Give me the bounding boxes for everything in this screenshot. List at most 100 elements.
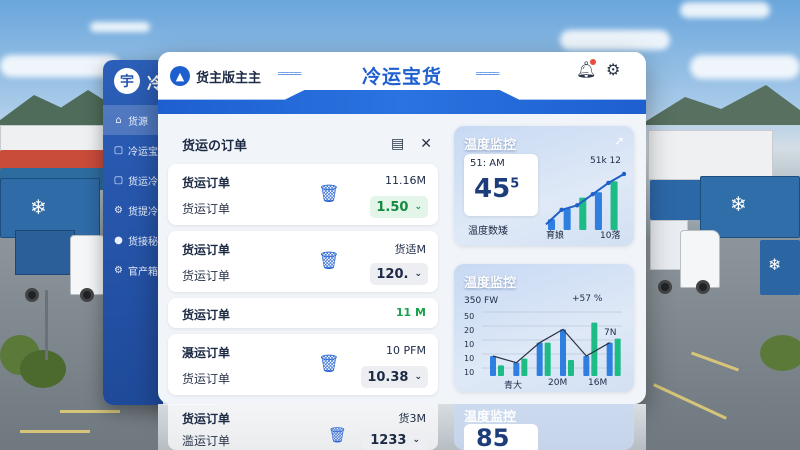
sidebar-item-label: 货运冷 xyxy=(128,176,158,188)
x-tick-label: 青大 xyxy=(504,381,523,391)
temp-decimal: 5 xyxy=(510,176,520,192)
trend-point xyxy=(606,180,611,186)
order-value-select[interactable]: 1.50 ⌄ xyxy=(370,196,428,218)
reflection-title: 货运订单 xyxy=(182,412,231,426)
sidebar-item-1[interactable]: ▢ 冷运宝 xyxy=(103,135,163,165)
header-stripe xyxy=(158,90,646,114)
chevron-down-icon: ⌄ xyxy=(414,202,422,212)
order-subtitle: 货运订单 xyxy=(182,269,231,283)
trash-icon[interactable]: 🗑︎ xyxy=(318,184,340,204)
panel-title: 温度监控 xyxy=(464,138,517,153)
sidebar-item-4[interactable]: ● 货接秘 xyxy=(103,225,163,255)
chart-bar xyxy=(591,322,598,376)
trend-point xyxy=(559,207,564,213)
x-tick-label: 育娘 xyxy=(546,231,565,241)
reflection-panel: 温度监控 85 xyxy=(454,404,634,450)
chart-bar xyxy=(563,208,571,230)
temp-number: 45 xyxy=(474,174,511,204)
header-deco-right: ══ ═══ xyxy=(476,69,499,80)
order-value-select[interactable]: 120. ⌄ xyxy=(370,263,428,285)
order-card[interactable]: 滠运订单 货运订单 🗑︎ 10 PFM 10.38 ⌄ xyxy=(168,334,438,395)
y-tick-label: 10 xyxy=(464,354,475,363)
y-tick-label: 10 xyxy=(464,340,475,349)
reflection-panel-value: 85 xyxy=(476,424,510,450)
chart-left-label: 350 FW xyxy=(464,296,499,306)
chart-bar xyxy=(560,329,566,376)
temp-time: 51: AM xyxy=(470,158,505,169)
y-tick-label: 50 xyxy=(464,312,475,321)
gear-icon[interactable]: ⚙ xyxy=(606,60,620,79)
app-header: ▲ 货主版主主 ═══ ══ 冷运宝货 ══ ═══ 🔔︎ ⚙ xyxy=(158,52,646,114)
order-value: 10.38 xyxy=(367,369,409,385)
reflection-value-text: 1233 xyxy=(370,432,407,448)
reflection-line: 滥运订单 xyxy=(182,434,231,448)
temp-label: 温度数矮 xyxy=(468,226,508,237)
app-logo: 宇 xyxy=(114,68,140,94)
trash-icon[interactable]: 🗑︎ xyxy=(318,354,340,374)
order-card[interactable]: 货运订单 货运订单 🗑︎ 货适M 120. ⌄ xyxy=(168,231,438,292)
sidebar-item-label: 货提冷 xyxy=(128,206,158,218)
chevron-down-icon: ⌄ xyxy=(414,372,422,382)
temperature-chart-2 xyxy=(482,311,622,376)
trend-point xyxy=(575,203,580,208)
order-meta: 11 M xyxy=(395,306,426,319)
edit-icon[interactable]: ▤ xyxy=(391,136,404,152)
orders-header: 货运の订单 ▤ ✕ xyxy=(168,124,438,164)
trend-point xyxy=(590,191,595,197)
chart-bar xyxy=(610,181,618,230)
order-card[interactable]: 货运订单 货运订单 🗑︎ 11.16M 1.50 ⌄ xyxy=(168,164,438,225)
order-value: 120. xyxy=(376,266,409,282)
main-app-window: ▲ 货主版主主 ═══ ══ 冷运宝货 ══ ═══ 🔔︎ ⚙ 货运の订单 ▤ … xyxy=(158,52,646,404)
temperature-panel-1[interactable]: 温度监控 ↗ 51: AM 455 温度数矮 51k 12 育娘 10落 xyxy=(454,126,634,246)
sidebar-item-2[interactable]: ▢ 货运冷 xyxy=(103,165,163,195)
x-tick-label: 16M xyxy=(588,378,608,388)
temperature-panel-2[interactable]: 温度监控 350 FW +57 % 7N 50 20 10 10 10 青大 2… xyxy=(454,264,634,392)
chart-bar xyxy=(498,365,504,376)
trash-icon[interactable]: 🗑︎ xyxy=(318,251,340,271)
y-tick-label: 20 xyxy=(464,326,475,335)
chart-bar xyxy=(606,342,613,376)
expand-arrow-icon[interactable]: ↗ xyxy=(614,134,624,148)
close-icon[interactable]: ✕ xyxy=(420,136,432,152)
order-subtitle: 货运订单 xyxy=(182,372,231,386)
reflection-panel-title: 温度监控 xyxy=(464,410,517,425)
order-title: 滠运订单 xyxy=(182,346,231,360)
app-title: 冷运宝货 xyxy=(361,66,442,88)
doc-icon: ▢ xyxy=(113,144,124,156)
sidebar-item-5[interactable]: ⚙ 官产箱 xyxy=(103,255,163,285)
chart-bar xyxy=(490,356,496,376)
chart-bar xyxy=(568,360,574,376)
reflection-card: 货运订单 货3M 滥运订单 🗑︎ 1233 ⌄ xyxy=(168,404,438,450)
sidebar-item-label: 货接秘 xyxy=(128,236,158,248)
order-value-select[interactable]: 10.38 ⌄ xyxy=(361,366,428,388)
panel-title: 温度监控 xyxy=(464,276,517,291)
orders-panel: 货运の订单 ▤ ✕ 货运订单 货运订单 🗑︎ 11.16M 1.50 ⌄ 货运订… xyxy=(168,124,438,404)
x-tick-label: 20M xyxy=(548,378,568,388)
chart-right-label: +57 % xyxy=(572,294,603,304)
doc-icon: ▢ xyxy=(113,174,124,186)
chevron-down-icon: ⌄ xyxy=(412,435,420,445)
sidebar-item-0[interactable]: ⌂ 货源 xyxy=(103,105,163,135)
reflection-meta: 货3M xyxy=(398,412,427,425)
home-icon: ⌂ xyxy=(115,114,122,126)
temperature-chart-1 xyxy=(545,171,627,230)
temperature-readout: 51: AM 455 xyxy=(464,154,538,216)
order-meta: 11.16M xyxy=(385,174,426,187)
chart-bar xyxy=(583,356,590,376)
sidebar-item-3[interactable]: ⚙ 货提冷 xyxy=(103,195,163,225)
sidebar-item-label: 冷运宝 xyxy=(128,146,158,158)
chart-bar xyxy=(521,358,528,376)
order-card[interactable]: 货运订单 11 M xyxy=(168,298,438,328)
window-reflection: 货运订单 货3M 滥运订单 🗑︎ 1233 ⌄ 温度监控 85 xyxy=(158,404,646,450)
trend-point xyxy=(621,171,627,177)
order-title: 货运订单 xyxy=(182,308,231,322)
x-tick-label: 10落 xyxy=(600,231,621,241)
trash-icon: 🗑︎ xyxy=(328,426,348,444)
order-title: 货运订单 xyxy=(182,176,231,190)
back-sidebar: 宇 冷 ⌂ 货源 ▢ 冷运宝 ▢ 货运冷 ⚙ 货提冷 ● 货接秘 ⚙ 官产箱 xyxy=(103,60,163,405)
orders-tools: ▤ ✕ xyxy=(391,136,432,152)
temp-value: 455 xyxy=(474,174,519,204)
orders-title: 货运の订单 xyxy=(182,138,248,154)
sidebar-item-label: 货源 xyxy=(128,116,148,128)
reflection-value: 1233 ⌄ xyxy=(362,430,428,450)
